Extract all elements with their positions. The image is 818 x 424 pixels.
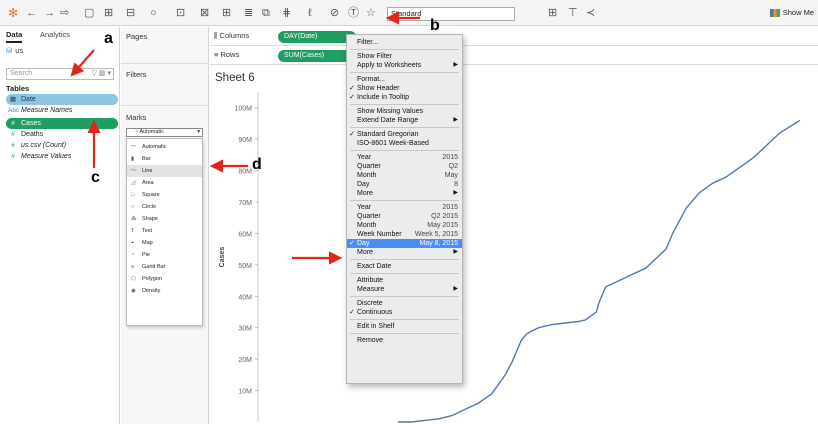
annotation-a: a — [104, 30, 113, 47]
annotation-arrows — [70, 11, 420, 265]
annotation-b: b — [430, 17, 440, 34]
annotation-d: d — [252, 156, 262, 173]
arrow-a — [70, 49, 95, 77]
annotation-c: c — [91, 169, 100, 186]
